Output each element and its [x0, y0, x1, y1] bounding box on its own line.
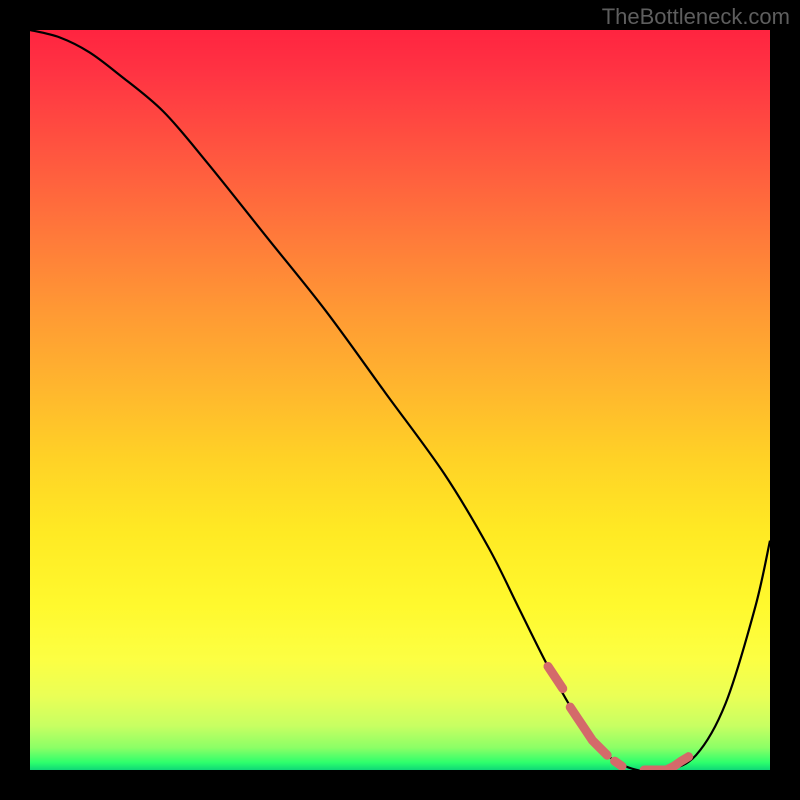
watermark-text: TheBottleneck.com [602, 4, 790, 30]
chart-container: TheBottleneck.com [0, 0, 800, 800]
highlight-segment [615, 761, 622, 766]
plot-area [30, 30, 770, 770]
bottleneck-curve [30, 30, 770, 770]
curve-svg [30, 30, 770, 770]
highlight-segment [570, 707, 607, 755]
highlight-markers [548, 666, 689, 770]
highlight-segment [548, 666, 563, 688]
highlight-segment [644, 757, 688, 770]
